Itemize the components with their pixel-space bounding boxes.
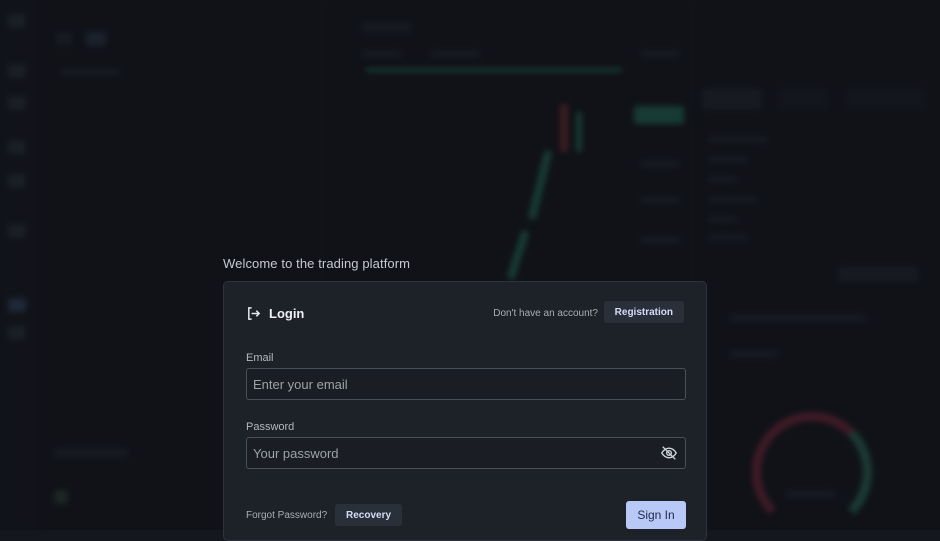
login-header: Login Don't have an account? Registratio… [246,301,684,326]
recovery-button[interactable]: Recovery [335,504,403,526]
login-arrow-icon [248,307,261,320]
welcome-text: Welcome to the trading platform [223,256,411,271]
login-title: Login [269,306,305,321]
forgot-password-text: Forgot Password? [246,510,328,521]
password-label: Password [246,421,295,433]
eye-off-icon[interactable] [660,444,678,462]
login-card: Login Don't have an account? Registratio… [223,281,707,541]
sign-in-button[interactable]: Sign In [626,501,686,529]
email-field[interactable] [246,368,686,400]
email-label: Email [246,352,274,364]
password-field[interactable] [246,437,686,469]
registration-button[interactable]: Registration [603,301,684,323]
no-account-text: Don't have an account? [493,308,598,319]
